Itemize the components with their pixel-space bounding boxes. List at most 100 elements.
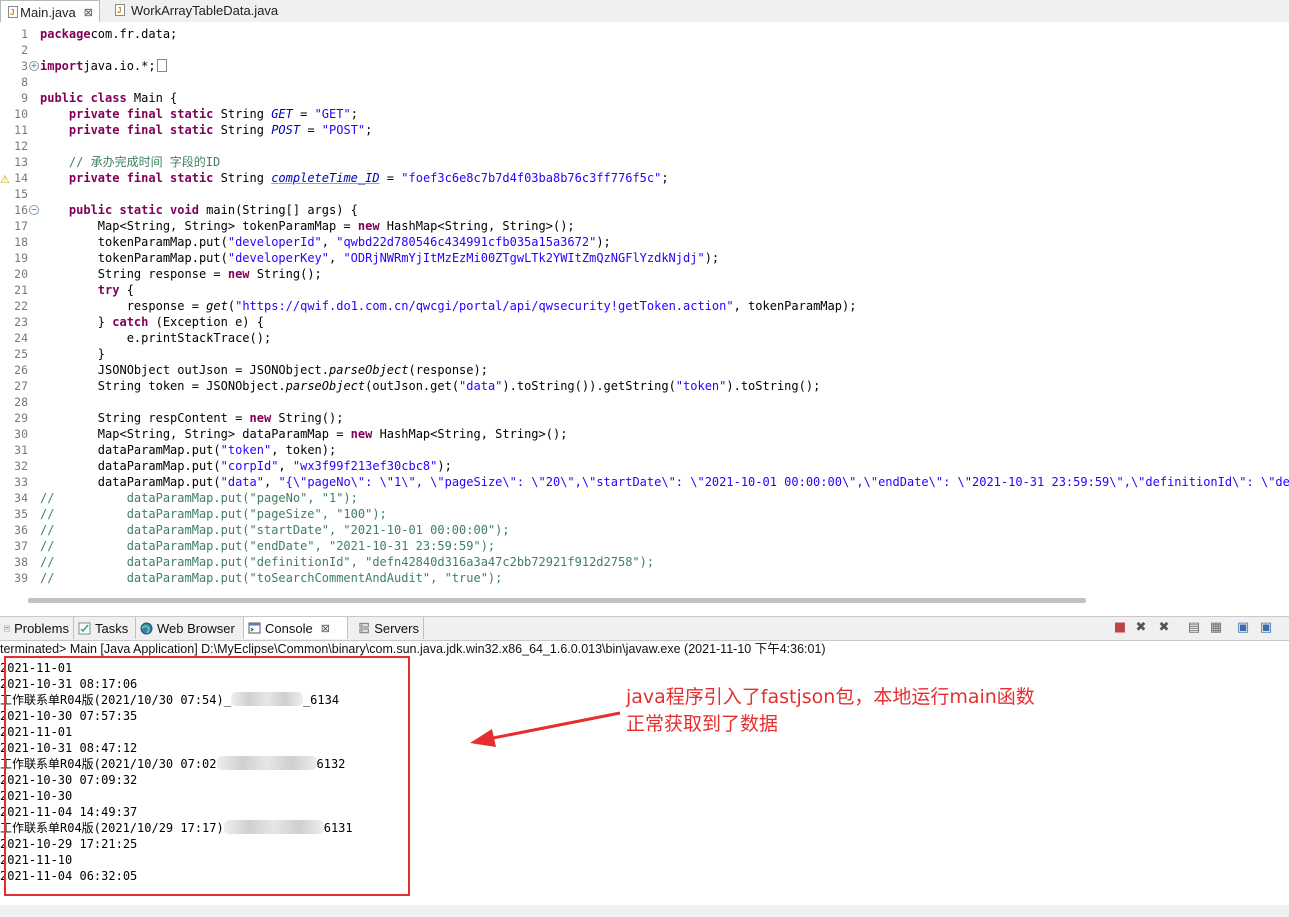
code-line[interactable]: 27 String token = JSONObject.parseObject… [0, 378, 1289, 394]
pin-console-icon[interactable]: ▣ [1235, 620, 1251, 636]
line-number: 20 [14, 267, 28, 281]
code-text: dataParamMap.put("corpId", "wx3f99f213ef… [40, 459, 452, 473]
line-number: 17 [14, 219, 28, 233]
line-number: 23 [14, 315, 28, 329]
code-text: tokenParamMap.put("developerKey", "ODRjN… [40, 251, 720, 265]
code-line[interactable]: 23 } catch (Exception e) { [0, 314, 1289, 330]
line-number: 32 [14, 459, 28, 473]
code-text: dataParamMap.put("data", "{\"pageNo\": \… [40, 475, 1289, 489]
code-editor[interactable]: 1 packagecom.fr.data; 2 3 + importjava.io.*; 8… [0, 22, 1289, 592]
code-line[interactable]: 31 dataParamMap.put("token", token); [0, 442, 1289, 458]
code-line[interactable]: 12 [0, 138, 1289, 154]
line-number: 27 [14, 379, 28, 393]
code-line[interactable]: 36 // dataParamMap.put("startDate", "2021… [0, 522, 1289, 538]
code-text: String response = new String(); [40, 267, 322, 281]
code-text: // dataParamMap.put("pageNo", "1"); [40, 491, 358, 505]
expand-fold-icon[interactable]: + [29, 61, 39, 71]
code-line[interactable]: 9 public class Main { [0, 90, 1289, 106]
code-line[interactable]: 26 JSONObject outJson = JSONObject.parse… [0, 362, 1289, 378]
close-icon[interactable]: ⊠ [321, 622, 330, 635]
code-line[interactable]: 35 // dataParamMap.put("pageSize", "100")… [0, 506, 1289, 522]
line-number: 10 [14, 107, 28, 121]
code-line[interactable]: 3 + importjava.io.*; [0, 58, 1289, 74]
code-line[interactable]: 10 private final static String GET = "GE… [0, 106, 1289, 122]
tab-label: Web Browser [157, 620, 235, 636]
line-number: 30 [14, 427, 28, 441]
code-line[interactable]: 33 dataParamMap.put("data", "{\"pageNo\"… [0, 474, 1289, 490]
code-line[interactable]: 39 // dataParamMap.put("toSearchCommentAn… [0, 570, 1289, 586]
line-number: 9 [21, 91, 28, 105]
tab-problems[interactable]: Problems [0, 617, 74, 639]
close-icon[interactable]: ⊠ [84, 6, 93, 19]
code-text: private final static String GET = "GET"; [68, 107, 358, 121]
tab-web-browser[interactable]: Web Browser [136, 617, 244, 639]
line-number: 29 [14, 411, 28, 425]
code-text: // dataParamMap.put("pageSize", "100"); [40, 507, 387, 521]
line-number: 2 [21, 43, 28, 57]
tab-label: Console [265, 620, 313, 636]
code-line[interactable]: 18 tokenParamMap.put("developerId", "qwb… [0, 234, 1289, 250]
line-number: 22 [14, 299, 28, 313]
code-line[interactable]: 11 private final static String POST = "P… [0, 122, 1289, 138]
code-line[interactable]: 30 Map<String, String> dataParamMap = ne… [0, 426, 1289, 442]
java-file-icon: J [114, 4, 127, 17]
code-line[interactable]: 19 tokenParamMap.put("developerKey", "OD… [0, 250, 1289, 266]
code-line[interactable]: 37 // dataParamMap.put("endDate", "2021-1… [0, 538, 1289, 554]
editor-tab-bar: J Main.java ⊠ J WorkArrayTableData.java [0, 0, 1289, 23]
line-number: 3 [21, 59, 28, 73]
code-line[interactable]: 21 try { [0, 282, 1289, 298]
code-line[interactable]: 22 response = get("https://qwif.do1.com.… [0, 298, 1289, 314]
code-line[interactable]: 17 Map<String, String> tokenParamMap = n… [0, 218, 1289, 234]
console-icon [248, 622, 261, 633]
code-line[interactable]: 24 e.printStackTrace(); [0, 330, 1289, 346]
code-text: private final static String completeTime… [68, 171, 669, 185]
line-number: 31 [14, 443, 28, 457]
code-line[interactable]: 29 String respContent = new String(); [0, 410, 1289, 426]
line-number: 35 [14, 507, 28, 521]
line-number: 18 [14, 235, 28, 249]
code-line[interactable]: 20 String response = new String(); [0, 266, 1289, 282]
code-line[interactable]: 2 [0, 42, 1289, 58]
servers-icon [359, 622, 369, 633]
code-line[interactable]: 8 [0, 74, 1289, 90]
code-line[interactable]: 34 // dataParamMap.put("pageNo", "1"); [0, 490, 1289, 506]
remove-all-terminated-icon[interactable]: ✖ [1156, 620, 1172, 636]
line-number: 36 [14, 523, 28, 537]
line-number: 33 [14, 475, 28, 489]
code-line[interactable]: 16− public static void main(String[] arg… [0, 202, 1289, 218]
scroll-lock-icon[interactable]: ▦ [1208, 620, 1224, 636]
tab-main-java[interactable]: J Main.java ⊠ [0, 0, 100, 23]
line-number: 39 [14, 571, 28, 585]
code-text: private final static String POST = "POST… [68, 123, 373, 137]
code-line[interactable]: 28 [0, 394, 1289, 410]
code-text: Map<String, String> dataParamMap = new H… [40, 427, 568, 441]
display-selected-console-icon[interactable]: ▣ [1258, 620, 1274, 636]
code-line[interactable]: 14 ⚠ private final static String complete… [0, 170, 1289, 186]
code-line[interactable]: 15 [0, 186, 1289, 202]
editor-horizontal-scrollbar[interactable] [28, 598, 1086, 603]
code-line[interactable]: 32 dataParamMap.put("corpId", "wx3f99f21… [0, 458, 1289, 474]
tab-label: WorkArrayTableData.java [131, 3, 279, 18]
code-text: importjava.io.*; [40, 58, 167, 74]
code-line[interactable]: 25 } [0, 346, 1289, 362]
collapse-fold-icon[interactable]: − [29, 205, 39, 215]
line-number: 25 [14, 347, 28, 361]
tab-console[interactable]: Console ⊠ [244, 617, 348, 639]
tab-workarraytabledata-java[interactable]: J WorkArrayTableData.java [108, 0, 308, 21]
tab-servers[interactable]: Servers [354, 617, 424, 639]
highlight-box [4, 656, 410, 896]
code-line[interactable]: 13 // 承办完成时间 字段的ID [0, 154, 1289, 170]
line-number: 11 [14, 123, 28, 137]
tab-tasks[interactable]: Tasks [74, 617, 136, 639]
terminate-icon[interactable]: ■ [1112, 620, 1128, 636]
folded-imports-icon[interactable] [156, 59, 167, 72]
status-bar [0, 905, 1289, 917]
clear-console-icon[interactable]: ▤ [1186, 620, 1202, 636]
code-text: String respContent = new String(); [40, 411, 344, 425]
line-number: 34 [14, 491, 28, 505]
code-line[interactable]: 1 packagecom.fr.data; [0, 26, 1289, 42]
code-text: tokenParamMap.put("developerId", "qwbd22… [40, 235, 611, 249]
code-line[interactable]: 38 // dataParamMap.put("definitionId", "d… [0, 554, 1289, 570]
remove-launch-icon[interactable]: ✖ [1133, 620, 1149, 636]
code-text: // 承办完成时间 字段的ID [68, 155, 221, 169]
